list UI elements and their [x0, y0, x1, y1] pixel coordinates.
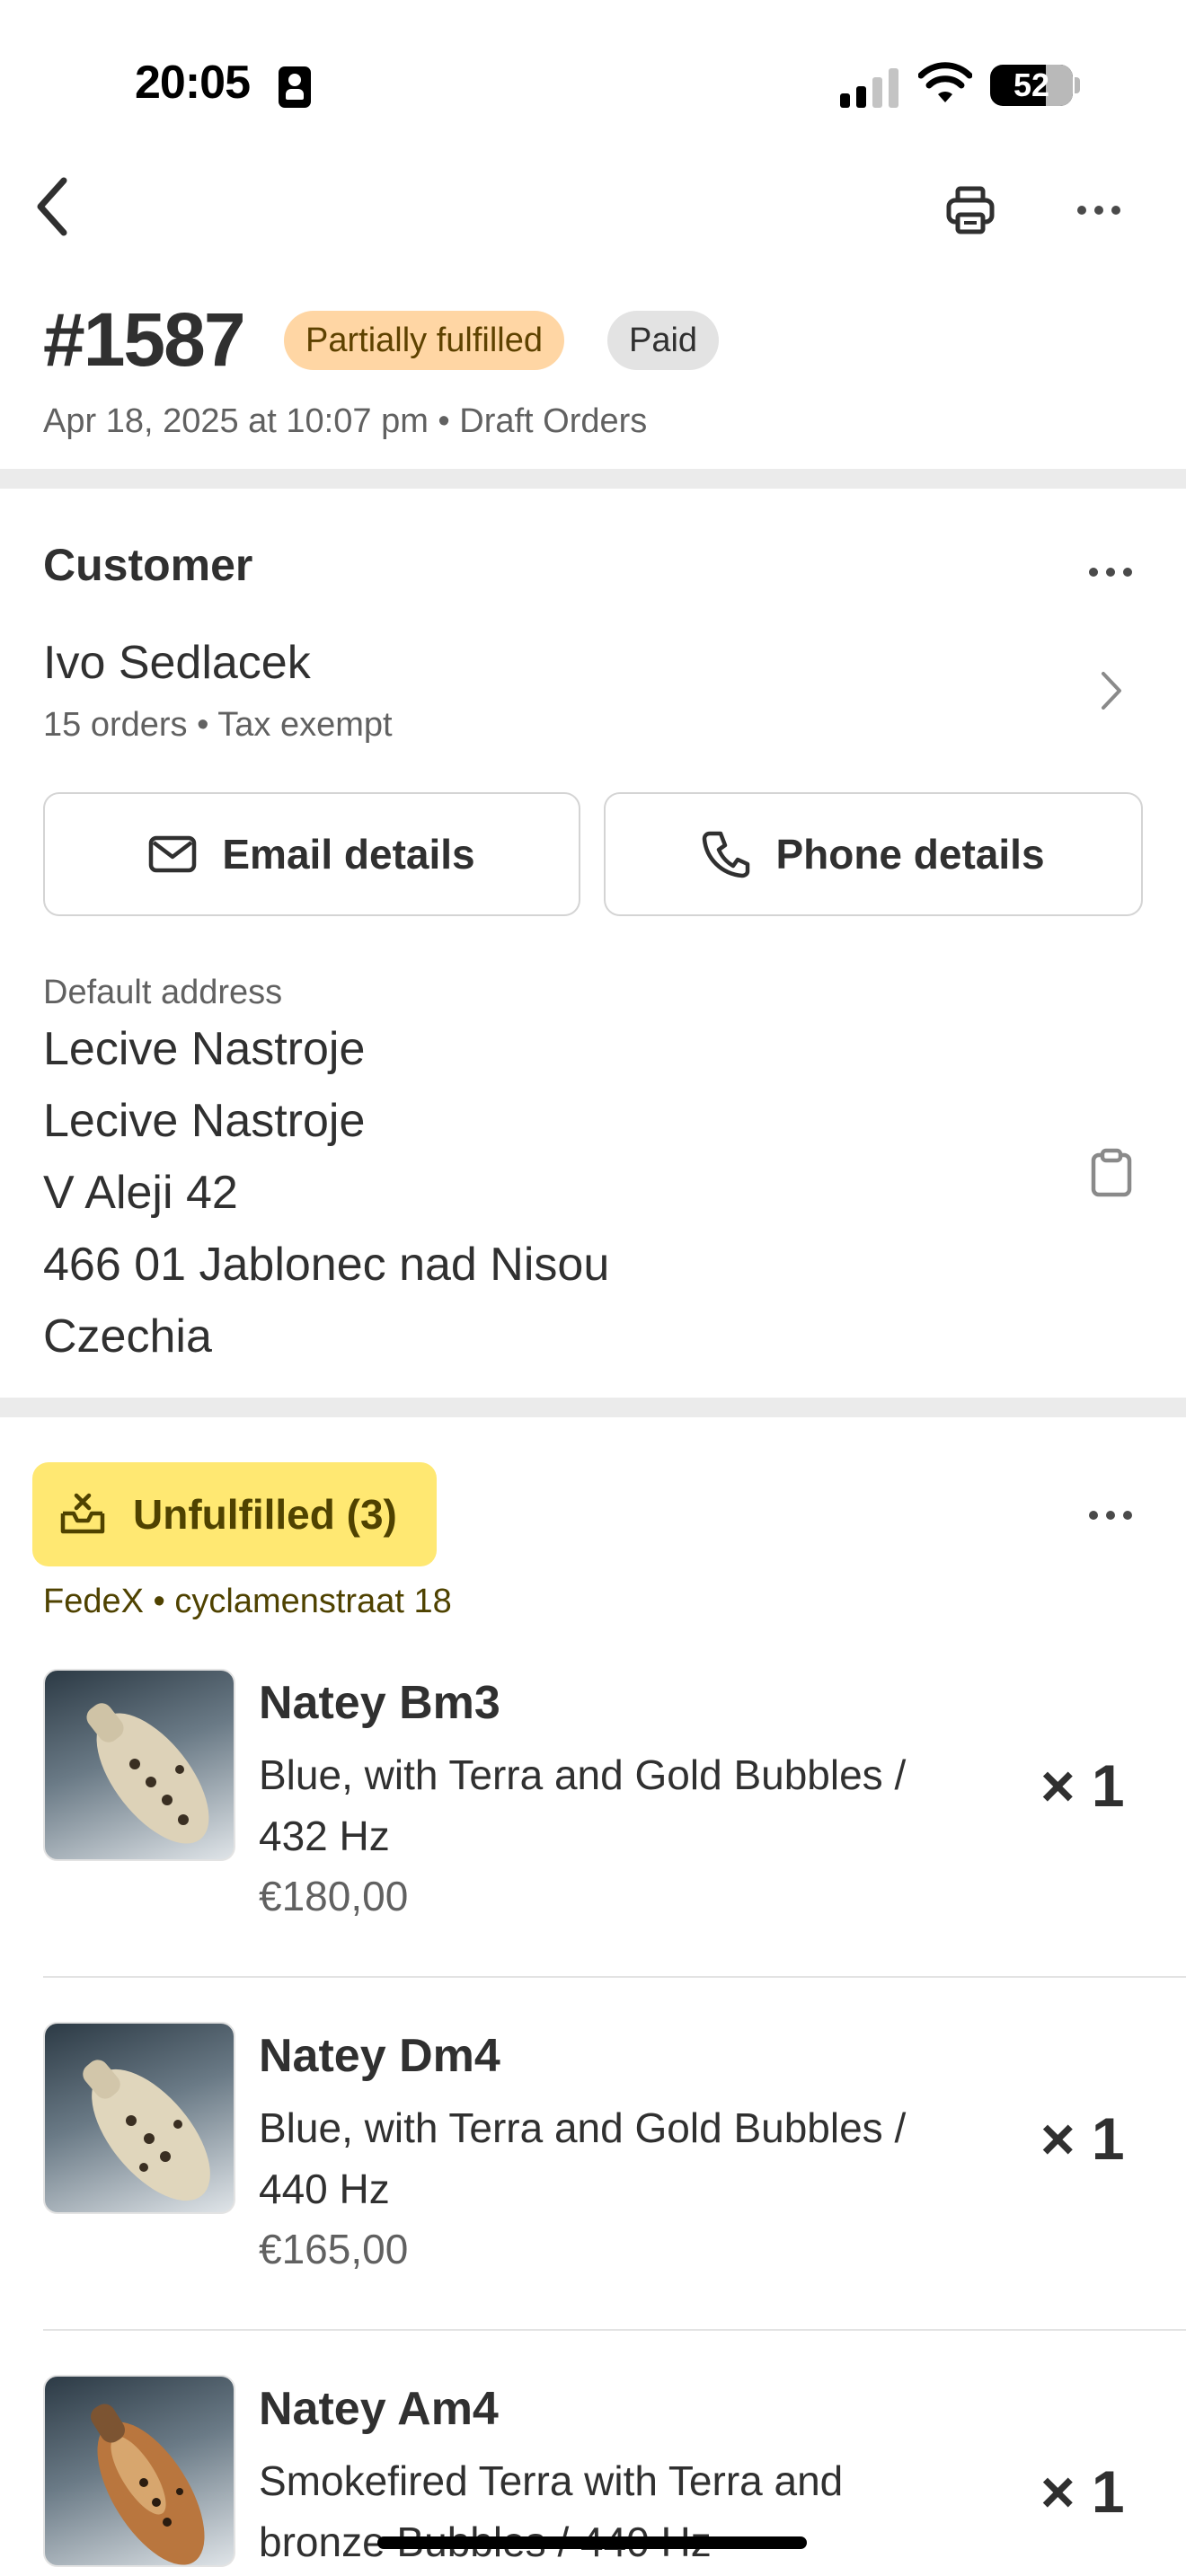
back-button[interactable]	[25, 171, 79, 243]
product-variant: Blue, with Terra and Gold Bubbles / 432 …	[259, 1751, 907, 1859]
more-options-button[interactable]	[1071, 190, 1127, 230]
fulfillment-status-badge: Partially fulfilled	[284, 311, 564, 370]
battery-nub	[1075, 77, 1080, 93]
address-line: V Aleji 42	[43, 1167, 238, 1219]
product-title: Natey Bm3	[259, 1677, 500, 1729]
battery-level: 52	[1013, 66, 1050, 103]
unfulfilled-label: Unfulfilled (3)	[133, 1491, 397, 1538]
customer-name[interactable]: Ivo Sedlacek	[43, 636, 311, 690]
default-address-label: Default address	[43, 974, 283, 1011]
product-variant: Blue, with Terra and Gold Bubbles / 440 …	[259, 2104, 907, 2212]
fulfillment-more-button[interactable]	[1089, 1502, 1132, 1529]
product-thumbnail	[43, 2375, 235, 2567]
product-quantity: × 1	[1040, 2105, 1125, 2172]
product-thumbnail	[43, 2022, 235, 2214]
customer-section-title: Customer	[43, 540, 253, 590]
wifi-icon	[918, 62, 972, 102]
shipping-info: FedeX • cyclamenstraat 18	[43, 1583, 452, 1620]
order-number: #1587	[43, 297, 246, 382]
line-item[interactable]: Natey Dm4 Blue, with Terra and Gold Bubb…	[43, 2022, 1186, 2374]
more-horizontal-icon	[1089, 568, 1098, 577]
battery-icon: 52	[990, 65, 1073, 106]
product-title: Natey Am4	[259, 2383, 499, 2435]
product-title: Natey Dm4	[259, 2030, 500, 2082]
section-divider	[0, 1398, 1186, 1417]
status-time: 20:05	[135, 57, 251, 109]
envelope-icon	[149, 835, 197, 873]
more-horizontal-icon	[1077, 206, 1086, 215]
product-quantity: × 1	[1040, 1752, 1125, 1819]
product-variant: Smokefired Terra with Terra and bronze B…	[259, 2457, 844, 2565]
item-divider	[43, 1976, 1186, 1978]
customer-more-button[interactable]	[1089, 559, 1132, 586]
phone-details-button[interactable]: Phone details	[604, 792, 1143, 916]
customer-summary: 15 orders • Tax exempt	[43, 706, 393, 744]
address-line: Lecive Nastroje	[43, 1095, 366, 1147]
contact-card-icon	[279, 66, 311, 108]
email-details-label: Email details	[222, 831, 475, 878]
cellular-signal-icon	[840, 63, 903, 108]
email-details-button[interactable]: Email details	[43, 792, 580, 916]
address-line: Lecive Nastroje	[43, 1023, 366, 1075]
phone-icon	[703, 831, 750, 878]
chevron-right-icon[interactable]	[1098, 670, 1125, 711]
print-button[interactable]	[940, 180, 1001, 241]
product-price: €180,00	[259, 1873, 409, 1919]
payment-status-badge: Paid	[607, 311, 720, 370]
unfulfilled-status-badge: Unfulfilled (3)	[32, 1462, 437, 1566]
printer-icon	[946, 186, 995, 234]
home-indicator[interactable]	[377, 2536, 807, 2549]
inbox-x-icon	[60, 1493, 105, 1534]
product-quantity: × 1	[1040, 2458, 1125, 2525]
more-horizontal-icon	[1089, 1511, 1098, 1520]
section-divider	[0, 469, 1186, 489]
product-price: €165,00	[259, 2226, 409, 2272]
clipboard-icon[interactable]	[1089, 1148, 1134, 1198]
chevron-left-icon	[37, 177, 67, 236]
phone-details-label: Phone details	[775, 831, 1045, 878]
product-thumbnail	[43, 1669, 235, 1861]
line-item[interactable]: Natey Bm3 Blue, with Terra and Gold Bubb…	[43, 1669, 1186, 2021]
address-line: Czechia	[43, 1310, 212, 1363]
item-divider	[43, 2329, 1186, 2331]
order-meta: Apr 18, 2025 at 10:07 pm • Draft Orders	[43, 402, 648, 440]
address-line: 466 01 Jablonec nad Nisou	[43, 1239, 610, 1291]
